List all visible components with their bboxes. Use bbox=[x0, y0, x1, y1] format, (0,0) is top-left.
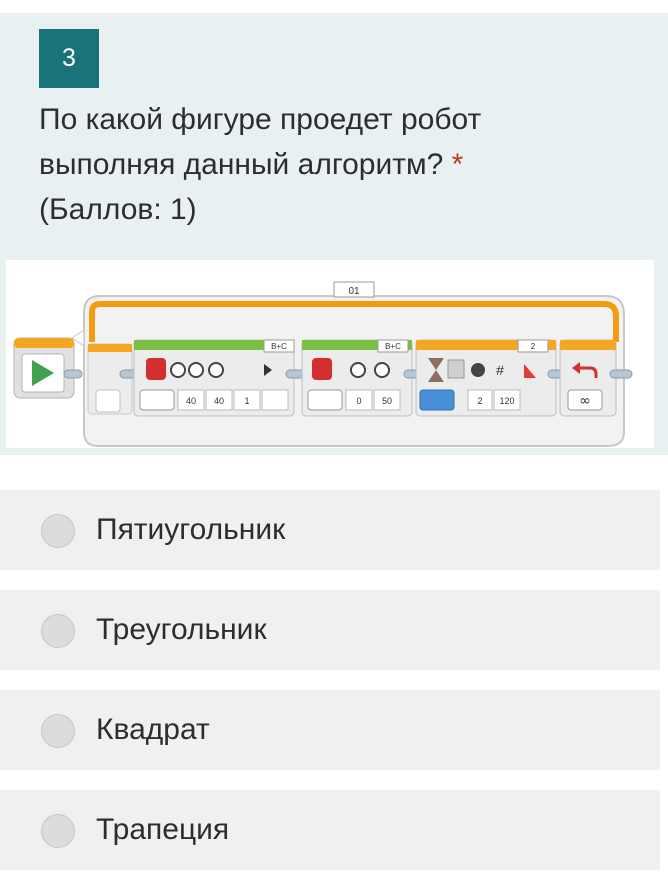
question-text-line2-row: выполняя данный алгоритм? * bbox=[39, 142, 599, 187]
question-points: (Баллов: 1) bbox=[39, 193, 197, 226]
question-text-line1: По какой фигуре проедет робот bbox=[39, 103, 482, 136]
motor-icon bbox=[312, 358, 332, 380]
move-tank-value-3: 1 bbox=[244, 396, 249, 406]
radio-button[interactable] bbox=[41, 614, 75, 648]
move-tank-value-1: 40 bbox=[186, 396, 196, 406]
ev3-program-diagram: 01 B+C 40 40 1 B+C 0 50 2 # 2 120 ∞ bbox=[13, 281, 633, 447]
connector-icon bbox=[609, 369, 633, 379]
move-steering-value-2: 50 bbox=[382, 396, 392, 406]
answer-option-label: Квадрат bbox=[96, 713, 210, 746]
answer-option-label: Трапеция bbox=[96, 813, 230, 846]
compare-icon bbox=[471, 363, 485, 377]
ev3-program-image: 01 B+C 40 40 1 B+C 0 50 2 # 2 120 ∞ bbox=[6, 260, 654, 448]
wait-value-1: 2 bbox=[477, 396, 482, 406]
radio-button[interactable] bbox=[41, 514, 75, 548]
rotations-icon bbox=[208, 362, 224, 378]
start-block-top bbox=[14, 338, 74, 348]
connector-icon bbox=[63, 369, 83, 379]
power-gauge-icon bbox=[170, 362, 186, 378]
wait-value-2: 120 bbox=[499, 396, 514, 406]
loop-interior-top bbox=[88, 344, 132, 352]
power-gauge-icon bbox=[374, 362, 390, 378]
answer-option-pentagon[interactable]: Пятиугольник bbox=[0, 490, 660, 570]
loop-name: 01 bbox=[348, 286, 360, 297]
brake-field bbox=[261, 389, 289, 411]
move-tank-value-2: 40 bbox=[214, 396, 224, 406]
infinity-icon: ∞ bbox=[579, 393, 591, 409]
mode-selector bbox=[419, 389, 455, 411]
answer-option-label: Треугольник bbox=[96, 613, 267, 646]
loop-end-top bbox=[560, 340, 616, 350]
answer-option-triangle[interactable]: Треугольник bbox=[0, 590, 660, 670]
move-steering-ports: B+C bbox=[385, 342, 401, 351]
hash-icon: # bbox=[496, 362, 504, 378]
question-text: По какой фигуре проедет робот выполняя д… bbox=[39, 97, 599, 232]
question-text-line2: выполняя данный алгоритм? bbox=[39, 148, 444, 181]
answer-option-label: Пятиугольник bbox=[96, 513, 286, 546]
wait-port: 2 bbox=[531, 342, 536, 351]
required-mark: * bbox=[451, 148, 464, 181]
mode-selector bbox=[307, 389, 343, 411]
move-steering-value-1: 0 bbox=[356, 396, 361, 406]
motor-icon bbox=[146, 358, 166, 380]
loop-interior-box bbox=[95, 389, 121, 413]
sensor-icon bbox=[447, 359, 465, 379]
move-tank-ports: B+C bbox=[271, 342, 287, 351]
power-gauge-icon bbox=[188, 362, 204, 378]
question-number: 3 bbox=[39, 29, 99, 88]
answer-option-trapezoid[interactable]: Трапеция bbox=[0, 790, 660, 870]
radio-button[interactable] bbox=[41, 714, 75, 748]
radio-button[interactable] bbox=[41, 814, 75, 848]
steering-gauge-icon bbox=[350, 362, 366, 378]
mode-selector bbox=[139, 389, 175, 411]
answer-option-square[interactable]: Квадрат bbox=[0, 690, 660, 770]
